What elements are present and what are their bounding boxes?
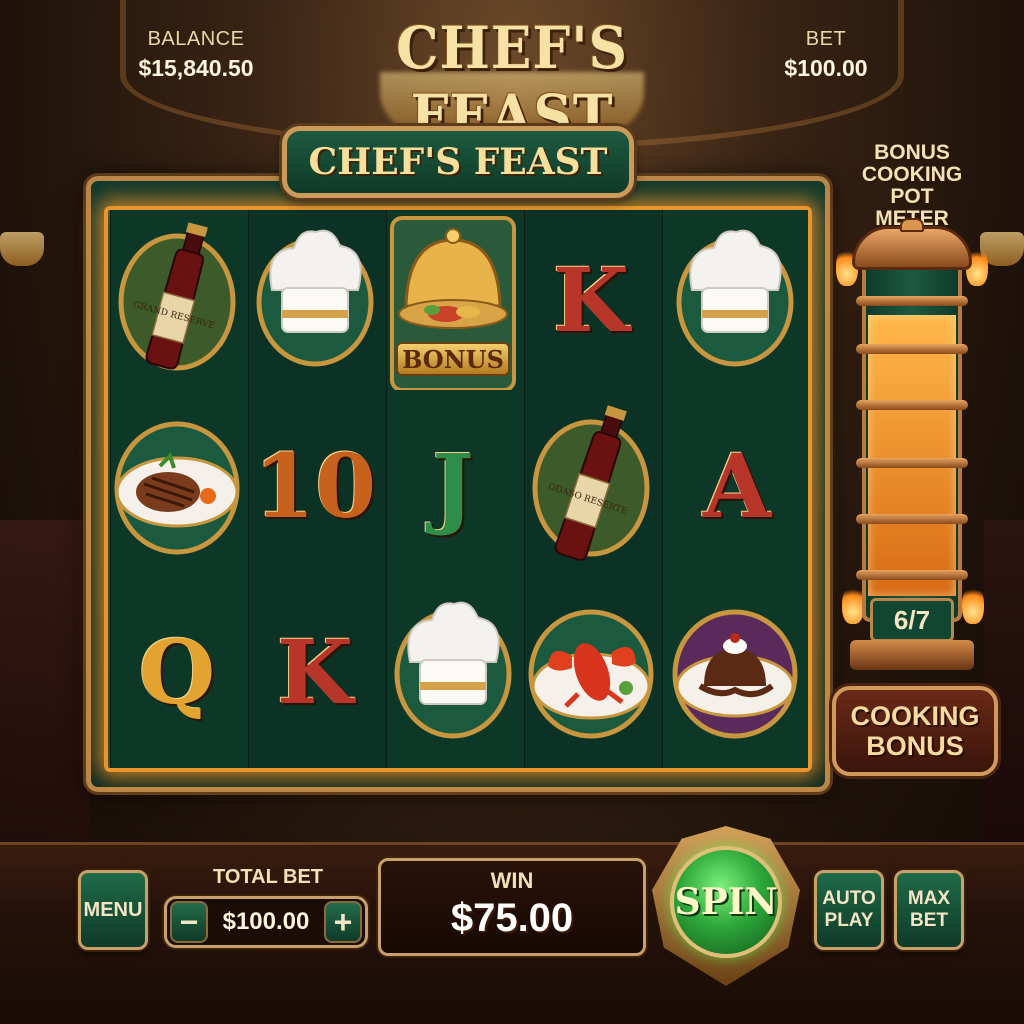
meter-title-line1: BONUS [874, 141, 950, 164]
meter-count: 6/7 [870, 598, 954, 642]
symbol-a-text: A [702, 434, 772, 538]
menu-button[interactable]: MENU [78, 870, 148, 950]
increase-bet-button[interactable]: + [324, 901, 362, 943]
balance-label: BALANCE [147, 28, 245, 50]
symbol-wine-bottle: GRAND RESERVE [112, 210, 242, 390]
steak-plate-icon [114, 421, 240, 555]
meter-ring [856, 400, 968, 410]
balance-value: $15,840.50 [138, 55, 254, 81]
win-value: $75.00 [450, 896, 574, 940]
maxbet-line2: BET [909, 910, 948, 931]
symbol-lobster-plate [526, 582, 656, 762]
casino-floor-right [984, 520, 1024, 850]
total-bet-label: TOTAL BET [213, 866, 323, 888]
bet-value: $100.00 [784, 55, 868, 81]
chef-hat-icon [676, 229, 794, 367]
maxbet-line1: MAX [907, 888, 951, 909]
autoplay-button[interactable]: AUTO PLAY [814, 870, 884, 950]
pot-lid-knob [900, 218, 924, 232]
cooking-bonus-line2: BONUS [866, 731, 964, 761]
meter-ring [856, 570, 968, 580]
symbol-number-10: 10 [250, 396, 380, 576]
cooking-bonus-line1: COOKING [850, 701, 980, 731]
symbol-wine-bottle: ODASO RESERTE [526, 396, 656, 576]
symbol-letter-k: K [526, 210, 656, 390]
symbol-steak-plate [112, 396, 242, 576]
meter-title-line2: COOKING POT [861, 163, 963, 208]
casino-floor-left [0, 520, 90, 850]
autoplay-line2: PLAY [824, 910, 874, 931]
balance-display: BALANCE $15,840.50 [126, 28, 266, 82]
symbol-j-text: J [432, 434, 474, 538]
symbol-10-text: 10 [253, 434, 377, 538]
symbol-bonus-cloche: BONUS [388, 210, 518, 390]
total-bet-value: $100.00 [222, 908, 310, 935]
decrease-bet-button[interactable]: − [170, 901, 208, 943]
pot-base [850, 640, 974, 670]
max-bet-button[interactable]: MAX BET [894, 870, 964, 950]
symbol-chef-hat [388, 582, 518, 762]
symbol-k-text: K [552, 248, 630, 352]
meter-ring [856, 296, 968, 306]
meter-fill-level [868, 314, 956, 596]
bonus-symbol-label: BONUS [396, 342, 510, 376]
chef-hat-icon [256, 229, 374, 367]
pot-lid [852, 226, 972, 270]
autoplay-line1: AUTO [822, 888, 876, 909]
cooking-bonus-button[interactable]: COOKING BONUS [832, 686, 998, 776]
symbol-letter-k: K [250, 582, 380, 762]
symbol-letter-a: A [672, 396, 802, 576]
reel-title-plate: CHEF'S FEAST [282, 126, 634, 198]
meter-ring [856, 514, 968, 524]
wall-lamp-left [0, 232, 44, 266]
wine-bottle-icon: GRAND RESERVE [118, 222, 236, 371]
lobster-plate-icon [528, 609, 654, 739]
symbol-letter-q: Q [112, 582, 242, 762]
chef-hat-icon [394, 601, 512, 739]
lava-cake-icon [672, 609, 798, 739]
bet-label: BET [805, 28, 847, 50]
meter-ring [856, 344, 968, 354]
flame-icon [842, 584, 864, 624]
spin-button[interactable]: SPIN [670, 846, 782, 958]
meter-ring [856, 458, 968, 468]
symbol-k-text: K [276, 620, 354, 724]
symbol-lava-cake [670, 582, 800, 762]
flame-icon [962, 584, 984, 624]
symbol-letter-j: J [388, 396, 518, 576]
bet-display: BET $100.00 [770, 28, 882, 82]
symbol-chef-hat [250, 210, 380, 390]
symbol-q-text: Q [138, 620, 216, 724]
meter-title: BONUS COOKING POT METER [842, 142, 982, 230]
symbol-chef-hat [670, 210, 800, 390]
win-label: WIN [490, 868, 534, 893]
wine-bottle-icon: ODASO RESERTE [532, 405, 650, 561]
